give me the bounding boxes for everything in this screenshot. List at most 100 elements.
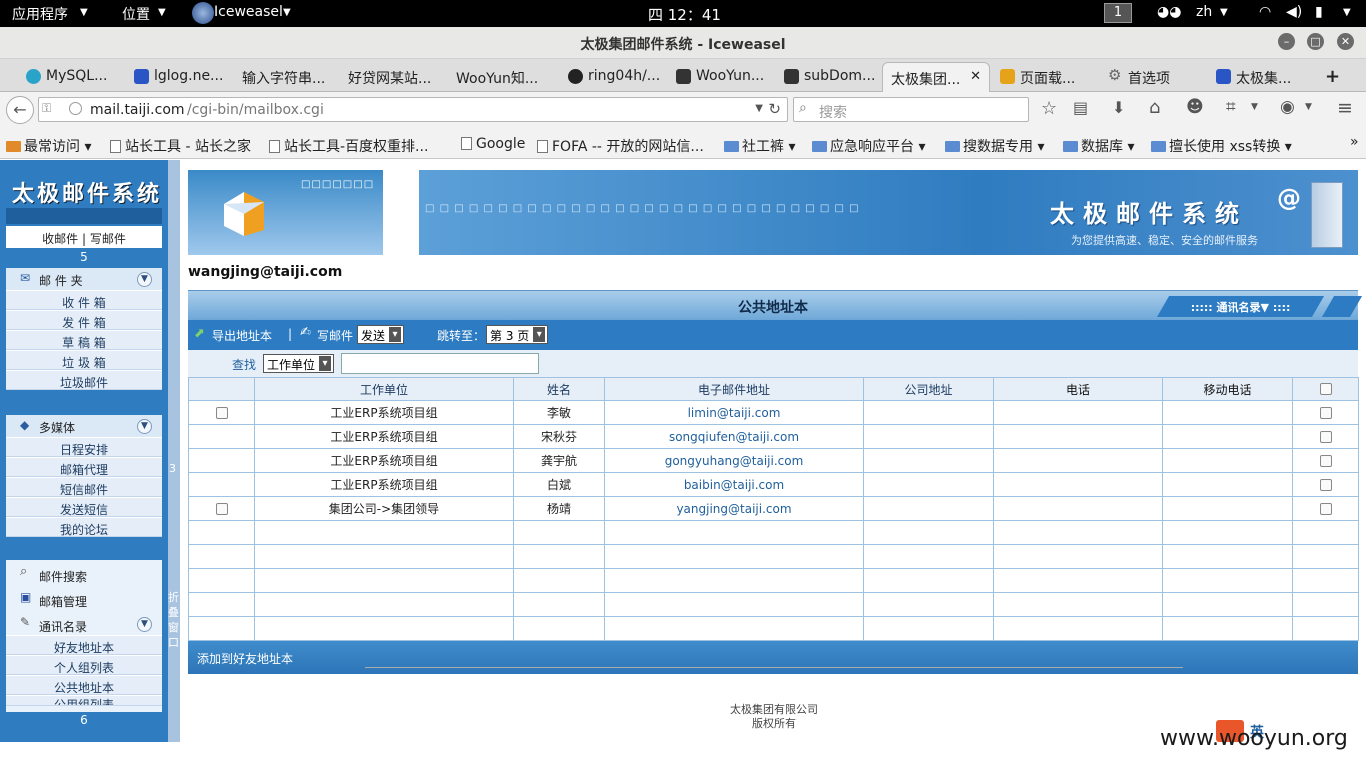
add-to-friends-link[interactable]: 添加到好友地址本 [197, 652, 293, 666]
row-checkbox[interactable] [1319, 430, 1332, 443]
sidebar-item-drafts[interactable]: 草 稿 箱 [6, 330, 162, 350]
hamburger-menu-icon[interactable]: ≡ [1337, 97, 1353, 119]
header-email[interactable]: 电子邮件地址 [604, 377, 864, 401]
row-checkbox[interactable] [1319, 478, 1332, 491]
chevron-down-icon[interactable]: ▼ [137, 419, 152, 434]
chevron-down-icon[interactable]: ▼ [137, 272, 152, 287]
search-bar[interactable]: ⌕ 搜索 [793, 97, 1029, 122]
crop-icon[interactable]: ⌗ [1226, 97, 1236, 117]
applications-menu[interactable]: 应用程序 [12, 4, 68, 24]
email-link[interactable]: baibin@taiji.com [604, 472, 864, 497]
sidebar-item-send-sms[interactable]: 发送短信 [6, 497, 162, 517]
row-left-checkbox[interactable] [215, 502, 228, 515]
fold-window-label[interactable]: 折叠窗口 [168, 590, 180, 650]
sidebar-item-inbox[interactable]: 收 件 箱 [6, 290, 162, 310]
page-select[interactable]: 第 3 页 [486, 325, 549, 344]
tab-9-active[interactable]: 太极集团... ✕ [882, 62, 990, 92]
header-company-address[interactable]: 公司地址 [863, 377, 994, 401]
bookmark-fofa[interactable]: FOFA -- 开放的网站信... [537, 136, 704, 156]
compose-link[interactable]: 写邮件 [317, 327, 353, 344]
email-link[interactable]: gongyuhang@taiji.com [604, 448, 864, 473]
bookmark-most-visited[interactable]: 最常访问 ▾ [6, 136, 91, 156]
email-link[interactable]: limin@taiji.com [604, 400, 864, 425]
wifi-icon[interactable]: ◠ [1259, 4, 1271, 20]
export-address-book-link[interactable]: 导出地址本 [212, 327, 272, 344]
tab-2[interactable]: lglog.ne... [128, 62, 228, 92]
row-checkbox[interactable] [1319, 502, 1332, 515]
fold-stripe[interactable]: 3 折叠窗口 [168, 160, 180, 742]
chevron-down-icon[interactable]: ▼ [1305, 102, 1312, 112]
bookmark-chinaz[interactable]: 站长工具 - 站长之家 [110, 136, 251, 156]
sidebar-item-friends-book[interactable]: 好友地址本 [6, 635, 162, 655]
sidebar-item-spam[interactable]: 垃圾邮件 [6, 370, 162, 390]
sidebar-item-trash[interactable]: 垃 圾 箱 [6, 350, 162, 370]
email-link[interactable]: yangjing@taiji.com [604, 496, 864, 521]
mail-search-link[interactable]: ⌕ 邮件搜索 [6, 560, 162, 585]
maximize-button[interactable]: □ [1307, 33, 1324, 50]
header-name[interactable]: 姓名 [513, 377, 605, 401]
close-window-button[interactable]: ✕ [1337, 33, 1354, 50]
download-icon[interactable]: ⬇ [1112, 98, 1125, 117]
tab-11[interactable]: ⚙ 首选项 [1102, 62, 1202, 92]
tab-1[interactable]: MySQL... [20, 62, 120, 92]
tab-4[interactable]: 好贷网某站... [322, 62, 432, 92]
row-left-checkbox[interactable] [215, 406, 228, 419]
overflow-chevron-icon[interactable]: » [1350, 134, 1359, 150]
bookmark-folder-xss[interactable]: 擅长使用 xss转换 ▾ [1151, 136, 1292, 156]
bookmark-folder-database[interactable]: 数据库 ▾ [1063, 136, 1134, 156]
bookmark-baidu-rank[interactable]: 站长工具-百度权重排... [269, 136, 428, 156]
find-field-select[interactable]: 工作单位 [263, 354, 335, 373]
app-menu[interactable]: Iceweasel [214, 4, 283, 20]
folders-header[interactable]: ✉ 邮 件 夹 ▼ [6, 268, 162, 290]
email-link[interactable]: songqiufen@taiji.com [604, 424, 864, 449]
new-tab-button[interactable]: + [1322, 62, 1342, 92]
sidebar-item-personal-groups[interactable]: 个人组列表 [6, 655, 162, 675]
chevron-down-icon[interactable]: ▼ [1251, 102, 1258, 112]
reload-icon[interactable]: ↻ [768, 100, 781, 118]
reading-list-icon[interactable]: ▤ [1073, 98, 1088, 117]
send-select[interactable]: 发送 [357, 325, 405, 344]
bookmark-folder-search-data[interactable]: 搜数据专用 ▾ [945, 136, 1044, 156]
users-icon[interactable]: ◕◕ [1157, 4, 1181, 20]
minimize-button[interactable]: – [1278, 33, 1295, 50]
header-unit[interactable]: 工作单位 [254, 377, 514, 401]
sidebar-item-mail-proxy[interactable]: 邮箱代理 [6, 457, 162, 477]
tab-8[interactable]: subDom... [778, 62, 878, 92]
bookmark-star-icon[interactable]: ☆ [1041, 98, 1057, 119]
addon-icon[interactable]: ◉ [1280, 97, 1295, 117]
find-input[interactable] [341, 353, 539, 374]
mailbox-manage-link[interactable]: ▣ 邮箱管理 [6, 585, 162, 610]
url-bar[interactable]: ⚿ mail.taiji.com /cgi-bin/mailbox.cgi ▼ … [38, 97, 788, 122]
tab-6[interactable]: ring04h/... [562, 62, 667, 92]
contacts-dropdown-tab[interactable]: ::::: 通讯名录▼ :::: [1156, 296, 1325, 317]
select-all-checkbox[interactable] [1319, 383, 1332, 395]
tab-5[interactable]: WooYun知... [430, 62, 542, 92]
chat-icon[interactable]: ☻ [1186, 97, 1204, 117]
language-indicator[interactable]: zh [1196, 4, 1212, 20]
workspace-indicator[interactable]: 1 [1104, 3, 1132, 23]
sidebar-item-public-groups[interactable]: 公用组列表 [6, 695, 162, 706]
back-button[interactable]: ← [6, 96, 34, 124]
sidebar-item-sent[interactable]: 发 件 箱 [6, 310, 162, 330]
sidebar-item-sms-mail[interactable]: 短信邮件 [6, 477, 162, 497]
media-header[interactable]: ◆ 多媒体 ▼ [6, 415, 162, 437]
tab-12[interactable]: 太极集... [1210, 62, 1310, 92]
sidebar-item-schedule[interactable]: 日程安排 [6, 437, 162, 457]
battery-icon[interactable]: ▮ [1315, 4, 1323, 20]
sidebar-item-forum[interactable]: 我的论坛 [6, 517, 162, 537]
tab-7[interactable]: WooYun... [670, 62, 775, 92]
home-icon[interactable]: ⌂ [1149, 97, 1160, 118]
sidebar-item-public-book[interactable]: 公共地址本 [6, 675, 162, 695]
row-checkbox[interactable] [1319, 454, 1332, 467]
close-tab-icon[interactable]: ✕ [970, 69, 981, 84]
dropdown-icon[interactable]: ▼ [755, 103, 763, 114]
bookmark-google[interactable]: Google [461, 136, 525, 152]
chevron-down-icon[interactable]: ▼ [137, 617, 152, 632]
bookmark-folder-sgk[interactable]: 社工裤 ▾ [724, 136, 795, 156]
tab-3[interactable]: 输入字符串... [216, 62, 326, 92]
volume-icon[interactable]: ◀) [1286, 4, 1302, 20]
clock[interactable]: 四 12：41 [648, 4, 721, 25]
bookmark-folder-src[interactable]: 应急响应平台 ▾ [812, 136, 925, 156]
row-checkbox[interactable] [1319, 406, 1332, 419]
tab-10[interactable]: 页面载... [994, 62, 1094, 92]
